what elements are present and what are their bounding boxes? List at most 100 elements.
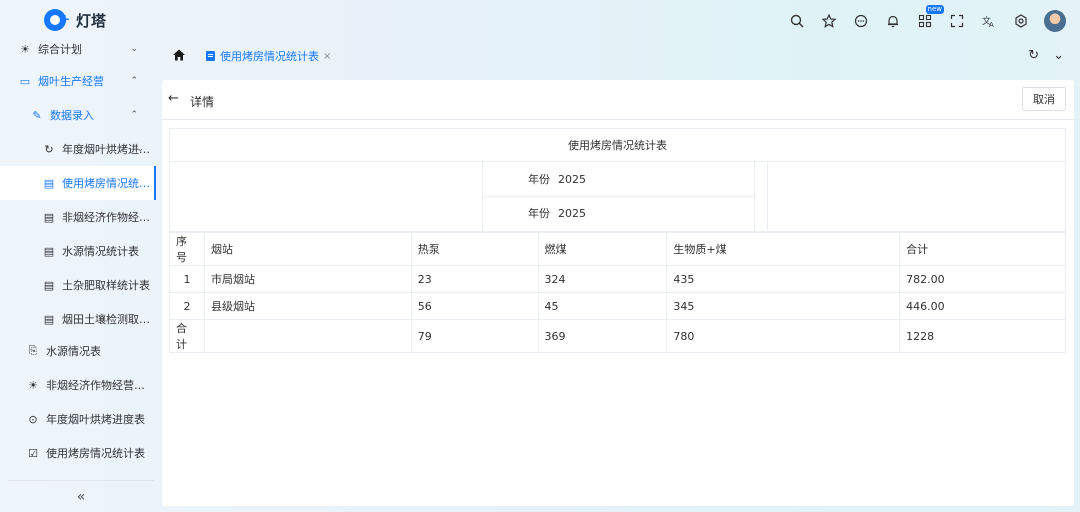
logo-icon: +: [44, 9, 70, 31]
search-icon[interactable]: [788, 11, 806, 31]
sidebar-item-water-source-stats[interactable]: ▤ 水源情况统计表: [0, 234, 156, 268]
home-icon[interactable]: [172, 48, 188, 64]
bell-icon[interactable]: [884, 11, 902, 31]
column-header: 燃煤: [537, 232, 668, 266]
table-cell: 345: [666, 292, 901, 320]
sidebar-item-manure-sampling[interactable]: ▤ 土杂肥取样统计表: [0, 268, 156, 302]
column-header: 烟站: [203, 232, 412, 266]
sidebar-item-label: 使用烤房情况统计表: [46, 447, 145, 460]
sun-icon: ☀: [28, 378, 38, 392]
refresh-icon[interactable]: ↻: [1028, 48, 1039, 63]
tab-curing-barn-usage[interactable]: 使用烤房情况统计表 ×: [206, 40, 331, 72]
svg-text:A: A: [989, 21, 994, 28]
doc-icon: ▤: [43, 244, 55, 258]
sidebar-item-label: 水源情况表: [46, 345, 101, 358]
app-logo[interactable]: + 灯塔: [44, 9, 106, 31]
doc-icon: ▤: [43, 176, 55, 190]
sidebar-item-label: 烟田土壤检测取…: [62, 313, 150, 326]
close-icon[interactable]: ×: [323, 51, 331, 62]
edit-icon: ✎: [32, 108, 42, 122]
sidebar-item-label: 综合计划: [38, 43, 82, 56]
data-table: 序号 烟站 热泵 燃煤 生物质+煤 合计 1 市局烟站 23 324 435 7…: [169, 232, 1066, 353]
table-cell: 市局烟站: [203, 265, 412, 293]
page-title: 详情: [190, 95, 215, 109]
refresh-icon: ↻: [44, 142, 54, 156]
sun-icon: ☀: [20, 42, 30, 56]
sidebar-item-annual-curing-progress[interactable]: ↻ 年度烟叶烘烤进… ⌄: [0, 132, 156, 166]
table-cell: 79: [410, 319, 539, 353]
user-avatar[interactable]: [1044, 10, 1066, 32]
report-title: 使用烤房情况统计表: [169, 128, 1066, 162]
sidebar-item-label: 非烟经济作物经营…: [46, 379, 145, 392]
table-cell: 23: [410, 265, 539, 293]
chat-icon[interactable]: [852, 11, 870, 31]
table-cell: [203, 319, 412, 353]
column-header: 合计: [899, 232, 1066, 266]
table-cell: 56: [410, 292, 539, 320]
detail-header: ← 详情 取消: [162, 80, 1074, 120]
target-icon: ⊙: [28, 412, 38, 426]
tab-actions: ↻ ⌄: [1028, 48, 1064, 63]
divider: [767, 162, 768, 232]
translate-icon[interactable]: 文A: [980, 11, 998, 31]
param-value: 2025: [558, 206, 586, 220]
sidebar-item-label: 非烟经济作物经…: [62, 211, 150, 224]
table-cell: 合计: [169, 319, 205, 353]
table-row: 1 市局烟站 23 324 435 782.00: [169, 265, 1066, 293]
param-row-year-2: 年份 2025: [170, 196, 754, 230]
sidebar-item-label: 数据录入: [50, 109, 94, 122]
sidebar-item-tobacco-production[interactable]: ▭ 烟叶生产经营 ⌃: [0, 64, 156, 98]
table-cell: 县级烟站: [203, 292, 412, 320]
star-icon[interactable]: [820, 11, 838, 31]
folder-icon: ▭: [19, 74, 31, 88]
apps-icon[interactable]: new: [916, 5, 944, 31]
report: 使用烤房情况统计表 年份 2025 年份 2025 序号 烟站 热泵 燃煤 生物…: [169, 128, 1066, 353]
chevron-up-icon: ⌃: [130, 110, 138, 120]
new-badge: new: [925, 5, 944, 14]
table-cell: 2: [169, 292, 205, 320]
table-cell: 780: [666, 319, 901, 353]
file-edit-icon: ⎘: [28, 344, 38, 357]
table-cell: 446.00: [899, 292, 1066, 320]
detail-panel: ← 详情 取消 使用烤房情况统计表 年份 2025 年份 2025 序号 烟站 …: [162, 80, 1074, 506]
fullscreen-icon[interactable]: [948, 11, 966, 31]
chevron-down-icon: ⌄: [136, 144, 144, 154]
chevron-down-icon: ⌄: [130, 44, 138, 54]
sidebar-item-label: 烟叶生产经营: [38, 75, 104, 88]
header-toolbar: new 文A: [788, 5, 1066, 32]
table-row: 2 县级烟站 56 45 345 446.00: [169, 292, 1066, 320]
sidebar-item-non-tobacco-crops-top[interactable]: ☀ 非烟经济作物经营…: [0, 368, 156, 402]
cancel-button[interactable]: 取消: [1022, 87, 1066, 111]
table-cell: 324: [537, 265, 668, 293]
top-header: + 灯塔 new 文A: [0, 0, 1080, 40]
tab-label: 使用烤房情况统计表: [220, 50, 319, 63]
sidebar-item-label: 水源情况统计表: [62, 245, 139, 258]
param-row-year-1: 年份 2025: [170, 162, 754, 196]
sidebar-item-data-entry[interactable]: ✎ 数据录入 ⌃: [0, 98, 156, 132]
back-arrow-icon[interactable]: ←: [168, 91, 179, 106]
param-label: 年份: [528, 207, 550, 220]
settings-icon[interactable]: [1012, 11, 1030, 31]
sidebar-item-water-source[interactable]: ⎘ 水源情况表: [0, 334, 156, 368]
sidebar-item-soil-testing[interactable]: ▤ 烟田土壤检测取…: [0, 302, 156, 336]
table-cell: 435: [666, 265, 901, 293]
table-header-row: 序号 烟站 热泵 燃煤 生物质+煤 合计: [169, 232, 1066, 266]
sidebar-item-comprehensive-plan[interactable]: ☀ 综合计划 ⌄: [0, 32, 156, 66]
sidebar-item-annual-curing-table[interactable]: ⊙ 年度烟叶烘烤进度表: [0, 402, 156, 436]
app-name: 灯塔: [76, 11, 107, 30]
table-cell: 1228: [899, 319, 1066, 353]
report-params: 年份 2025 年份 2025: [169, 162, 1066, 232]
doc-icon: ▤: [43, 210, 55, 224]
sidebar-item-curing-barn-table[interactable]: ☑ 使用烤房情况统计表: [0, 436, 156, 470]
sidebar-item-curing-barn-usage[interactable]: ▤ 使用烤房情况统…: [0, 166, 156, 200]
chevron-down-icon[interactable]: ⌄: [1053, 48, 1064, 63]
doc-icon: ▤: [43, 312, 55, 326]
checkbox-icon: ☑: [28, 446, 38, 460]
table-cell: 45: [537, 292, 668, 320]
sidebar-item-label: 年度烟叶烘烤进度表: [46, 413, 145, 426]
collapse-sidebar-button[interactable]: «: [8, 480, 154, 512]
sidebar-item-non-tobacco-crops[interactable]: ▤ 非烟经济作物经…: [0, 200, 156, 234]
doc-icon: [206, 51, 215, 61]
param-value: 2025: [558, 172, 586, 186]
table-cell: 369: [537, 319, 668, 353]
